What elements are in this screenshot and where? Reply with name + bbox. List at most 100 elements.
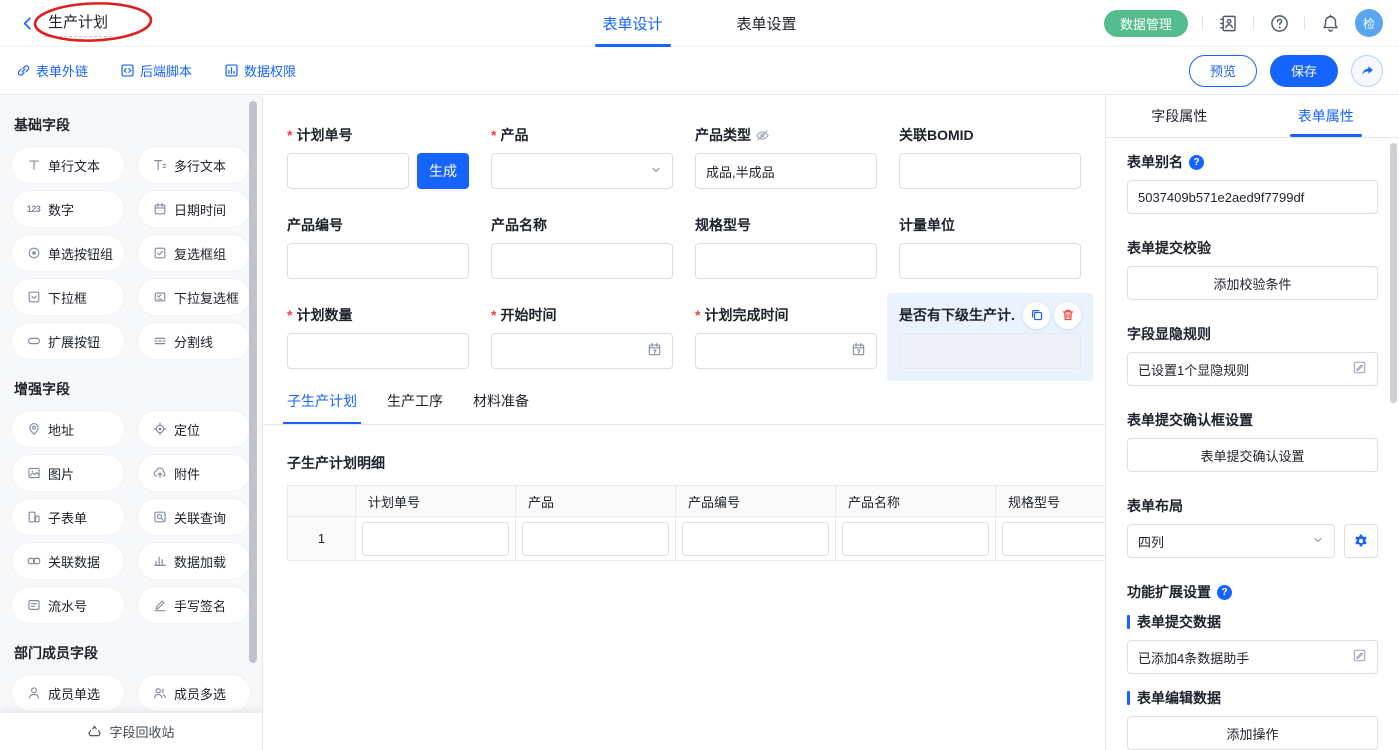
generate-button[interactable]: 生成 (417, 153, 469, 189)
field-finish-time[interactable]: *计划完成时间 (695, 305, 877, 369)
share-button[interactable] (1351, 55, 1383, 87)
field-product-type[interactable]: 产品类型 成品,半成品 (695, 125, 877, 189)
subform-icon (26, 510, 41, 525)
backend-script-link[interactable]: 后端脚本 (120, 61, 192, 80)
subform-table: 计划单号 产品 产品编号 产品名称 规格型号 1 (287, 485, 1105, 561)
image-icon (26, 466, 41, 481)
tab-form-settings[interactable]: 表单设置 (737, 0, 797, 47)
field-pill-address[interactable]: 地址 (12, 411, 124, 447)
guide-book-icon[interactable] (1217, 12, 1239, 34)
field-plan-qty[interactable]: *计划数量 (287, 305, 469, 369)
field-pill-serial-number[interactable]: 流水号 (12, 587, 124, 623)
field-bom-id[interactable]: 关联BOMID (899, 125, 1081, 189)
field-pill-single-line-text[interactable]: 单行文本 (12, 147, 124, 183)
page-title[interactable]: 生产计划 (44, 9, 112, 37)
properties-panel: 字段属性 表单属性 表单别名? 5037409b571e2aed9f7799df… (1105, 95, 1399, 750)
field-pill-image[interactable]: 图片 (12, 455, 124, 491)
bom-id-input[interactable] (899, 153, 1081, 189)
field-pill-select[interactable]: 下拉框 (12, 279, 124, 315)
subform-cell-input[interactable] (1002, 522, 1105, 556)
visibility-rules-box[interactable]: 已设置1个显隐规则 (1127, 352, 1378, 386)
notification-bell-icon[interactable] (1319, 12, 1341, 34)
field-pill-linked-query[interactable]: 关联查询 (138, 499, 250, 535)
field-product-code[interactable]: 产品编号 (287, 215, 469, 279)
field-recycle-bin[interactable]: 字段回收站 (0, 713, 262, 750)
trash-icon (1061, 308, 1075, 322)
sub-plan-flag-input[interactable] (899, 333, 1081, 369)
back-icon[interactable] (16, 12, 38, 34)
help-question-icon[interactable]: ? (1217, 585, 1232, 600)
layout-select[interactable]: 四列 (1127, 524, 1335, 558)
field-pill-data-loading[interactable]: 数据加载 (138, 543, 250, 579)
edit-icon[interactable] (1352, 648, 1367, 666)
field-pill-divider[interactable]: 分割线 (138, 323, 250, 359)
unit-input[interactable] (899, 243, 1081, 279)
field-pill-member-single[interactable]: 成员单选 (12, 675, 124, 711)
plan-qty-input[interactable] (287, 333, 469, 369)
spec-model-input[interactable] (695, 243, 877, 279)
field-pill-checkbox-group[interactable]: 复选框组 (138, 235, 250, 271)
copy-field-button[interactable] (1023, 302, 1050, 329)
panel-scrollbar[interactable] (1390, 143, 1397, 403)
preview-button[interactable]: 预览 (1189, 55, 1257, 87)
field-pill-linked-data[interactable]: 关联数据 (12, 543, 124, 579)
field-product-name[interactable]: 产品名称 (491, 215, 673, 279)
edit-icon[interactable] (1352, 360, 1367, 378)
product-code-input[interactable] (287, 243, 469, 279)
subform-cell-input[interactable] (522, 522, 669, 556)
finish-time-input[interactable] (695, 333, 877, 369)
field-spec-model[interactable]: 规格型号 (695, 215, 877, 279)
plan-no-input[interactable] (287, 153, 409, 189)
save-button[interactable]: 保存 (1270, 55, 1338, 87)
delete-field-button[interactable] (1054, 302, 1081, 329)
crosshair-icon (152, 422, 167, 437)
column-header: 计划单号 (356, 486, 516, 517)
field-plan-no[interactable]: *计划单号 生成 (287, 125, 469, 189)
user-avatar[interactable]: 检 (1355, 9, 1383, 37)
tab-material-preparation[interactable]: 材料准备 (473, 391, 529, 424)
help-question-icon[interactable]: ? (1189, 155, 1204, 170)
field-pill-multi-line-text[interactable]: 多行文本 (138, 147, 250, 183)
add-operation-button[interactable]: 添加操作 (1127, 716, 1378, 750)
field-product[interactable]: *产品 (491, 125, 673, 189)
subform-cell-input[interactable] (362, 522, 509, 556)
section-title-member-fields: 部门成员字段 (14, 643, 248, 663)
field-start-time[interactable]: *开始时间 (491, 305, 673, 369)
form-external-link[interactable]: 表单外链 (16, 61, 88, 80)
tab-field-properties[interactable]: 字段属性 (1106, 95, 1253, 137)
form-alias-input[interactable]: 5037409b571e2aed9f7799df (1127, 180, 1378, 214)
field-pill-subform[interactable]: 子表单 (12, 499, 124, 535)
start-time-input[interactable] (491, 333, 673, 369)
field-pill-multi-select[interactable]: 下拉复选框 (138, 279, 250, 315)
sidebar-scrollbar[interactable] (249, 101, 257, 663)
divider-line-icon (152, 334, 167, 349)
map-pin-icon (26, 422, 41, 437)
submit-confirm-settings-button[interactable]: 表单提交确认设置 (1127, 438, 1378, 472)
field-pill-member-multi[interactable]: 成员多选 (138, 675, 250, 711)
layout-settings-button[interactable] (1344, 524, 1378, 558)
field-sub-plan-flag-selected[interactable]: 是否有下级生产计. (887, 293, 1093, 381)
field-pill-datetime[interactable]: 日期时间 (138, 191, 250, 227)
tab-form-properties[interactable]: 表单属性 (1253, 95, 1399, 137)
product-select[interactable] (491, 153, 673, 189)
tab-sub-production-plan[interactable]: 子生产计划 (287, 391, 357, 424)
submit-data-box[interactable]: 已添加4条数据助手 (1127, 640, 1378, 674)
product-type-input[interactable]: 成品,半成品 (695, 153, 877, 189)
subform-cell-input[interactable] (682, 522, 829, 556)
add-validation-button[interactable]: 添加校验条件 (1127, 266, 1378, 300)
field-pill-signature[interactable]: 手写签名 (138, 587, 250, 623)
field-pill-radio-group[interactable]: 单选按钮组 (12, 235, 124, 271)
subform-cell-input[interactable] (842, 522, 989, 556)
tab-production-process[interactable]: 生产工序 (387, 391, 443, 424)
field-pill-number[interactable]: 123数字 (12, 191, 124, 227)
product-name-input[interactable] (491, 243, 673, 279)
tab-form-design[interactable]: 表单设计 (602, 0, 662, 47)
field-pill-location[interactable]: 定位 (138, 411, 250, 447)
field-pill-attachment[interactable]: 附件 (138, 455, 250, 491)
field-pill-extension-button[interactable]: 扩展按钮 (12, 323, 124, 359)
data-permission-link[interactable]: 数据权限 (224, 61, 296, 80)
field-unit[interactable]: 计量单位 (899, 215, 1081, 279)
permission-icon (224, 63, 239, 78)
data-manage-button[interactable]: 数据管理 (1104, 10, 1188, 37)
help-icon[interactable] (1268, 12, 1290, 34)
